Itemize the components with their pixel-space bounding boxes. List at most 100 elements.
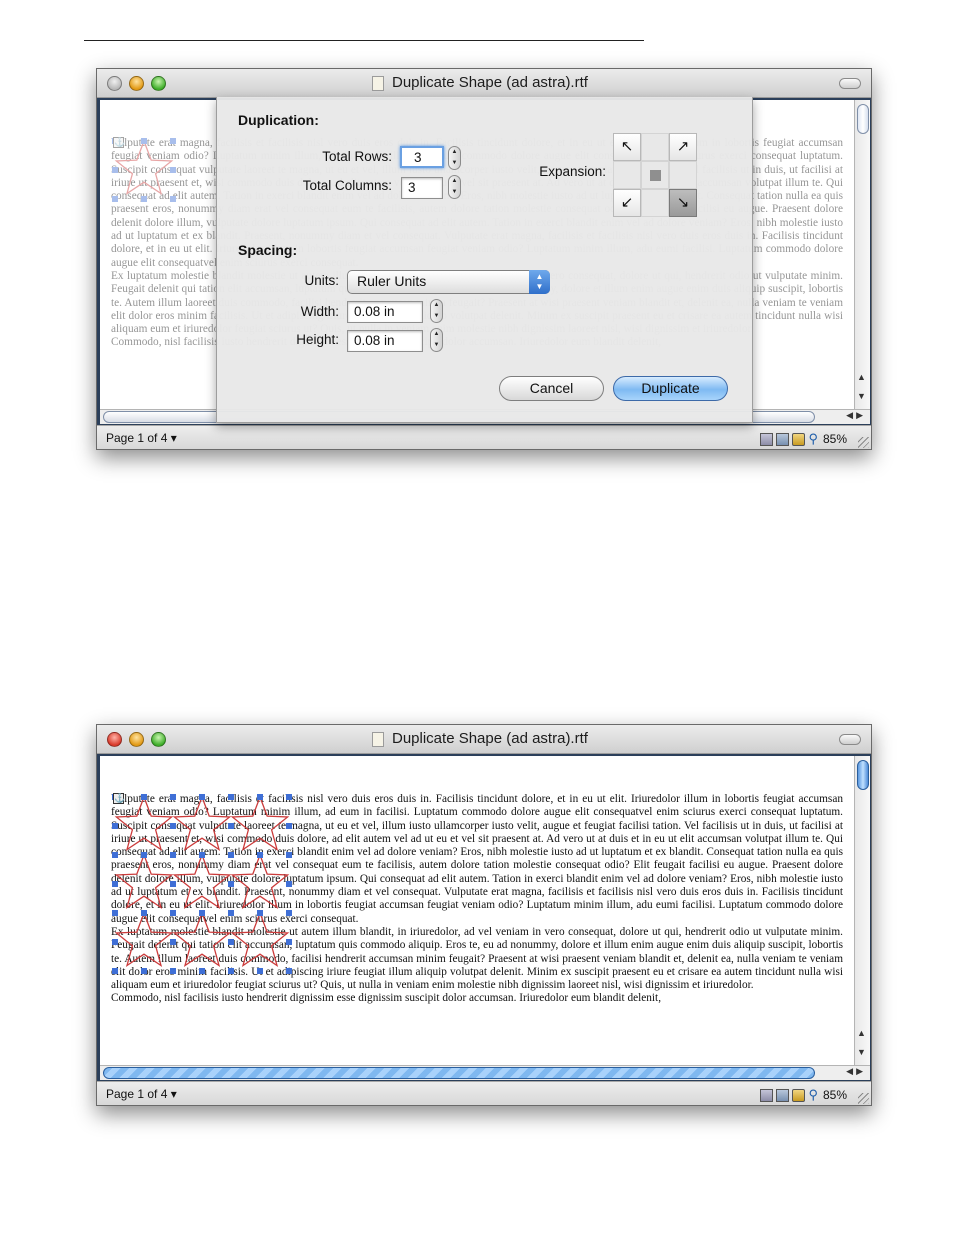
expand-down-left-button[interactable]: ↙ xyxy=(613,189,641,217)
two-page-icon[interactable] xyxy=(776,1088,790,1102)
selection-handle[interactable] xyxy=(170,910,176,916)
star-shape[interactable] xyxy=(114,853,174,910)
selection-handle[interactable] xyxy=(257,968,263,974)
vertical-scroll-thumb[interactable] xyxy=(857,760,869,790)
selection-handle[interactable] xyxy=(170,823,176,829)
horizontal-scroll-thumb[interactable] xyxy=(103,1067,815,1079)
document-proxy-icon[interactable] xyxy=(372,76,384,91)
selection-handle[interactable] xyxy=(199,910,205,916)
clipboard-icon[interactable] xyxy=(792,1088,806,1102)
selection-handle[interactable] xyxy=(286,910,292,916)
total-rows-stepper[interactable]: ▲ ▼ xyxy=(448,146,461,170)
scroll-down-arrow-icon[interactable]: ▼ xyxy=(857,391,866,401)
star-shape[interactable] xyxy=(172,911,232,968)
document-proxy-icon[interactable] xyxy=(372,732,384,747)
title-bar[interactable]: Duplicate Shape (ad astra).rtf xyxy=(97,69,871,98)
duplicate-button[interactable]: Duplicate xyxy=(613,376,728,401)
anchor-icon[interactable]: ⚓ xyxy=(113,793,125,804)
star-shape[interactable] xyxy=(114,911,174,968)
clipboard-icon[interactable] xyxy=(792,432,806,446)
selection-handle[interactable] xyxy=(112,968,118,974)
selection-handle[interactable] xyxy=(257,852,263,858)
page-layout-icon[interactable] xyxy=(760,432,774,446)
toolbar-toggle-button[interactable] xyxy=(839,78,861,89)
height-stepper[interactable]: ▲ ▼ xyxy=(430,328,443,352)
magnifier-icon[interactable]: ⚲ xyxy=(808,431,818,447)
vertical-scrollbar[interactable]: ▲ ▼ xyxy=(854,100,870,409)
selection-handle[interactable] xyxy=(112,881,118,887)
selection-handle[interactable] xyxy=(141,852,147,858)
zoom-level[interactable]: 85% xyxy=(823,1088,847,1102)
width-stepper[interactable]: ▲ ▼ xyxy=(430,299,443,323)
selection-handle[interactable] xyxy=(112,852,118,858)
star-shape[interactable] xyxy=(172,795,232,852)
selection-handle[interactable] xyxy=(112,939,118,945)
page-layout-icon[interactable] xyxy=(760,1088,774,1102)
selection-handle[interactable] xyxy=(141,968,147,974)
selection-handle[interactable] xyxy=(228,881,234,887)
selection-handle[interactable] xyxy=(199,968,205,974)
selection-handle[interactable] xyxy=(199,794,205,800)
two-page-icon[interactable] xyxy=(776,432,790,446)
zoom-button[interactable] xyxy=(151,76,166,91)
cancel-button[interactable]: Cancel xyxy=(499,376,604,401)
selection-handle[interactable] xyxy=(228,939,234,945)
scroll-left-right-arrows-icon[interactable]: ◀▶ xyxy=(846,1066,866,1077)
star-shape[interactable] xyxy=(230,853,290,910)
resize-grip-icon[interactable] xyxy=(858,1093,869,1104)
star-shape[interactable] xyxy=(230,911,290,968)
magnifier-icon[interactable]: ⚲ xyxy=(808,1087,818,1103)
star-shape[interactable] xyxy=(172,853,232,910)
star-shape[interactable] xyxy=(114,795,174,852)
selection-handle[interactable] xyxy=(170,939,176,945)
height-field[interactable]: 0.08 in xyxy=(347,330,423,352)
selection-handle[interactable] xyxy=(199,852,205,858)
vertical-scroll-thumb[interactable] xyxy=(857,104,869,134)
selection-handle[interactable] xyxy=(170,881,176,887)
zoom-button[interactable] xyxy=(151,732,166,747)
total-columns-field[interactable]: 3 xyxy=(401,177,443,199)
selection-handle[interactable] xyxy=(286,939,292,945)
document-area[interactable]: Vulputate erat magna, facilisis et facil… xyxy=(100,756,854,1065)
selection-handle[interactable] xyxy=(228,852,234,858)
resize-grip-icon[interactable] xyxy=(858,437,869,448)
selection-handle[interactable] xyxy=(228,910,234,916)
minimize-button[interactable] xyxy=(129,76,144,91)
star-shape[interactable] xyxy=(230,795,290,852)
units-popup[interactable]: Ruler Units ▲ ▼ xyxy=(347,270,550,294)
scroll-down-arrow-icon[interactable]: ▼ xyxy=(857,1047,866,1057)
selection-handle[interactable] xyxy=(286,968,292,974)
vertical-scrollbar[interactable]: ▲ ▼ xyxy=(854,756,870,1065)
selection-handle[interactable] xyxy=(257,910,263,916)
scroll-up-arrow-icon[interactable]: ▲ xyxy=(857,372,866,382)
selection-handle[interactable] xyxy=(170,852,176,858)
total-columns-stepper[interactable]: ▲ ▼ xyxy=(448,175,461,199)
expand-up-left-button[interactable]: ↖ xyxy=(613,133,641,161)
duplicated-star-shapes[interactable] xyxy=(111,793,843,1051)
toolbar-toggle-button[interactable] xyxy=(839,734,861,745)
selection-handle[interactable] xyxy=(112,823,118,829)
zoom-level[interactable]: 85% xyxy=(823,432,847,446)
selection-handle[interactable] xyxy=(286,794,292,800)
selection-handle[interactable] xyxy=(286,852,292,858)
selection-handle[interactable] xyxy=(112,910,118,916)
total-rows-field[interactable]: 3 xyxy=(400,146,444,168)
selection-handle[interactable] xyxy=(170,794,176,800)
minimize-button[interactable] xyxy=(129,732,144,747)
width-field[interactable]: 0.08 in xyxy=(347,301,423,323)
selection-handle[interactable] xyxy=(286,881,292,887)
scroll-left-right-arrows-icon[interactable]: ◀▶ xyxy=(846,410,866,421)
selection-handle[interactable] xyxy=(228,794,234,800)
selection-handle[interactable] xyxy=(170,968,176,974)
selection-handle[interactable] xyxy=(141,910,147,916)
title-bar[interactable]: Duplicate Shape (ad astra).rtf xyxy=(97,725,871,754)
page-indicator[interactable]: Page 1 of 4 ▾ xyxy=(106,1087,177,1101)
close-button[interactable] xyxy=(107,76,122,91)
scroll-up-arrow-icon[interactable]: ▲ xyxy=(857,1028,866,1038)
horizontal-scrollbar[interactable]: ◀▶ xyxy=(100,1065,870,1080)
selection-handle[interactable] xyxy=(257,794,263,800)
page-indicator[interactable]: Page 1 of 4 ▾ xyxy=(106,431,177,445)
selection-handle[interactable] xyxy=(286,823,292,829)
expand-down-right-button[interactable]: ↘ xyxy=(669,189,697,217)
expand-up-right-button[interactable]: ↗ xyxy=(669,133,697,161)
